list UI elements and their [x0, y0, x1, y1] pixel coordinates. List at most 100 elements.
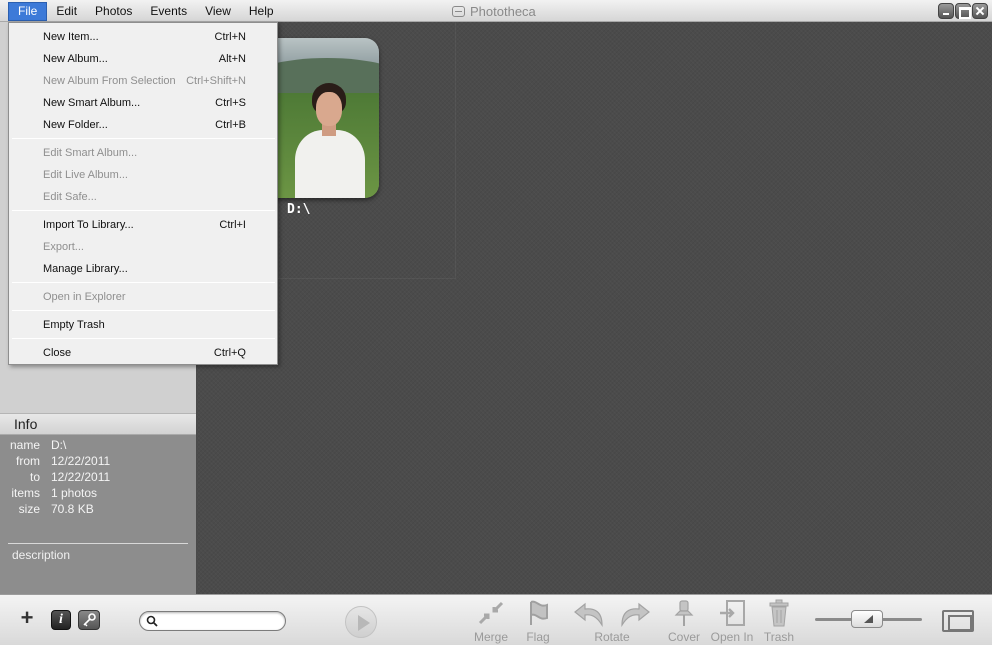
window-title: Phototheca — [452, 3, 536, 19]
info-key: from — [16, 454, 40, 468]
file-menu-dropdown: New Item... Ctrl+N New Album... Alt+N Ne… — [8, 22, 278, 365]
menu-separator — [12, 210, 275, 211]
info-key: name — [9, 438, 40, 452]
menu-item-shortcut: Alt+N — [218, 53, 246, 65]
open-in-icon — [720, 600, 745, 626]
cover-label: Cover — [667, 630, 700, 644]
menu-item-label: Edit Safe... — [43, 191, 97, 203]
merge-tool[interactable]: Merge — [470, 599, 512, 645]
add-button[interactable]: + — [18, 607, 36, 629]
thumbnail-person-shirt — [295, 130, 365, 198]
app-title-text: Phototheca — [470, 3, 536, 19]
menu-bar: File Edit Photos Events View Help — [8, 2, 283, 21]
info-value: 1 photos — [51, 486, 98, 500]
key-icon — [83, 613, 96, 627]
menu-item-open-in-explorer: Open in Explorer — [9, 286, 277, 308]
menu-item-shortcut: Ctrl+N — [214, 31, 246, 43]
info-divider — [8, 543, 188, 544]
info-row-size: size 70.8 KB — [0, 502, 196, 518]
menu-photos[interactable]: Photos — [86, 2, 141, 21]
rotate-label: Rotate — [594, 630, 630, 644]
menu-item-new-folder[interactable]: New Folder... Ctrl+B — [9, 114, 277, 136]
menu-separator — [12, 310, 275, 311]
open-in-label: Open In — [710, 630, 754, 644]
menu-item-close[interactable]: Close Ctrl+Q — [9, 342, 277, 364]
search-input[interactable] — [162, 614, 280, 629]
info-toggle-button[interactable]: i — [51, 610, 71, 630]
description-field[interactable]: description — [12, 548, 70, 562]
menu-item-shortcut: Ctrl+I — [219, 219, 246, 231]
pin-icon — [674, 600, 694, 626]
rotate-icons — [574, 602, 650, 627]
menu-item-label: New Album From Selection — [43, 75, 176, 87]
menu-events[interactable]: Events — [141, 2, 196, 21]
open-in-tool[interactable]: Open In — [706, 599, 758, 645]
search-box — [139, 611, 286, 631]
menu-item-label: New Folder... — [43, 119, 108, 131]
info-key: size — [18, 502, 40, 516]
info-row-items: items 1 photos — [0, 486, 196, 502]
fullscreen-button[interactable] — [942, 610, 974, 632]
slideshow-play-button[interactable] — [345, 606, 377, 638]
menu-item-import-to-library[interactable]: Import To Library... Ctrl+I — [9, 214, 277, 236]
rotate-tool[interactable]: Rotate — [568, 599, 656, 645]
info-header[interactable]: Info — [0, 413, 196, 435]
menu-item-shortcut: Ctrl+Q — [213, 347, 246, 359]
menu-view[interactable]: View — [196, 2, 240, 21]
merge-icon — [478, 601, 504, 625]
info-value: 12/22/2011 — [51, 454, 111, 468]
menu-item-label: New Smart Album... — [43, 97, 141, 109]
info-panel: name D:\ from 12/22/2011 to 12/22/2011 i… — [0, 435, 196, 594]
flag-label: Flag — [526, 630, 550, 644]
info-value: 12/22/2011 — [51, 470, 111, 484]
title-bar: File Edit Photos Events View Help Photot… — [0, 0, 992, 22]
menu-item-manage-library[interactable]: Manage Library... — [9, 258, 277, 280]
app-logo-icon — [452, 5, 465, 17]
menu-item-label: Close — [43, 347, 72, 359]
search-icon — [146, 615, 158, 627]
window-controls — [938, 3, 988, 19]
menu-item-shortcut: Ctrl+B — [215, 119, 246, 131]
menu-item-new-album-from-selection: New Album From Selection Ctrl+Shift+N — [9, 70, 277, 92]
menu-item-edit-live-album: Edit Live Album... — [9, 164, 277, 186]
maximize-button[interactable] — [955, 3, 971, 19]
menu-item-empty-trash[interactable]: Empty Trash — [9, 314, 277, 336]
info-value: 70.8 KB — [51, 502, 94, 516]
menu-help[interactable]: Help — [240, 2, 283, 21]
menu-item-edit-safe: Edit Safe... — [9, 186, 277, 208]
album-browser: D:\ — [197, 22, 992, 594]
menu-item-new-album[interactable]: New Album... Alt+N — [9, 48, 277, 70]
menu-item-label: Import To Library... — [43, 219, 134, 231]
menu-separator — [12, 138, 275, 139]
cover-tool[interactable]: Cover — [662, 599, 706, 645]
trash-tool[interactable]: Trash — [760, 599, 798, 645]
menu-item-label: Export... — [43, 241, 84, 253]
flag-icon — [530, 600, 548, 625]
menu-file[interactable]: File — [8, 2, 48, 21]
thumbnail-person-face — [316, 92, 342, 126]
menu-item-new-smart-album[interactable]: New Smart Album... Ctrl+S — [9, 92, 277, 114]
menu-item-new-item[interactable]: New Item... Ctrl+N — [9, 26, 277, 48]
menu-item-label: New Item... — [43, 31, 99, 43]
menu-item-edit-smart-album: Edit Smart Album... — [9, 142, 277, 164]
minimize-button[interactable] — [938, 3, 954, 19]
flag-tool[interactable]: Flag — [520, 599, 556, 645]
menu-edit[interactable]: Edit — [47, 2, 86, 21]
merge-label: Merge — [473, 630, 508, 644]
menu-separator — [12, 338, 275, 339]
key-button[interactable] — [78, 610, 100, 630]
menu-item-label: New Album... — [43, 53, 108, 65]
info-key: items — [11, 486, 40, 500]
trash-label: Trash — [763, 630, 795, 644]
menu-item-shortcut: Ctrl+Shift+N — [186, 75, 246, 87]
menu-item-label: Edit Live Album... — [43, 169, 128, 181]
menu-item-shortcut: Ctrl+S — [215, 97, 246, 109]
menu-item-label: Manage Library... — [43, 263, 128, 275]
album-label[interactable]: D:\ — [287, 202, 310, 217]
info-value: D:\ — [51, 438, 67, 452]
info-key: to — [29, 470, 40, 484]
close-window-button[interactable] — [972, 3, 988, 19]
menu-item-label: Edit Smart Album... — [43, 147, 138, 159]
zoom-slider-handle[interactable] — [851, 610, 883, 628]
menu-item-label: Empty Trash — [43, 319, 105, 331]
